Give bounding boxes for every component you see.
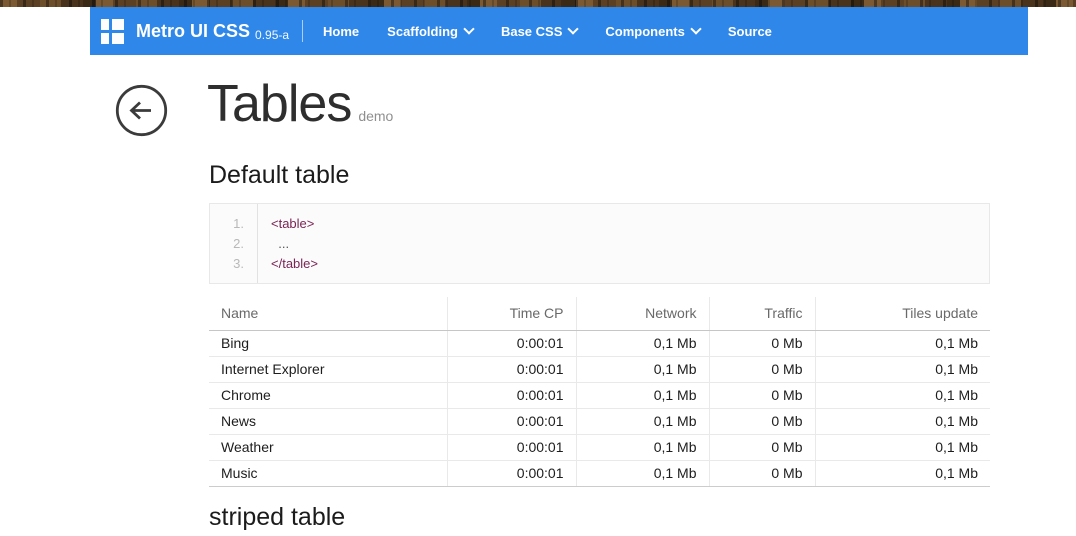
table-row: Internet Explorer0:00:010,1 Mb0 Mb0,1 Mb	[209, 357, 990, 383]
nav-item-label: Base CSS	[501, 24, 562, 39]
table-cell: 0 Mb	[709, 409, 815, 435]
logo-tile	[112, 33, 124, 44]
code-text: ...	[271, 234, 289, 254]
chevron-down-icon	[568, 23, 579, 34]
nav-item-source[interactable]: Source	[714, 7, 786, 55]
table-cell: Music	[209, 461, 447, 487]
table-row: Music0:00:010,1 Mb0 Mb0,1 Mb	[209, 461, 990, 487]
table-cell: 0 Mb	[709, 331, 815, 357]
table-header-row: NameTime CPNetworkTrafficTiles update	[209, 297, 990, 331]
nav-item-label: Home	[323, 24, 359, 39]
table-cell: 0:00:01	[447, 357, 576, 383]
back-button[interactable]	[115, 84, 168, 137]
table-cell: 0,1 Mb	[815, 409, 990, 435]
code-example-block: 1.<table>2. ...3.</table>	[209, 203, 990, 284]
default-table: NameTime CPNetworkTrafficTiles update Bi…	[209, 297, 990, 487]
table-cell: 0 Mb	[709, 357, 815, 383]
nav-item-label: Source	[728, 24, 772, 39]
logo-tile	[101, 19, 109, 30]
nav-item-components[interactable]: Components	[591, 7, 713, 55]
navbar-divider	[302, 20, 303, 42]
page-subtitle: demo	[358, 108, 393, 124]
nav-item-home[interactable]: Home	[309, 7, 373, 55]
section-heading-striped-table: striped table	[209, 504, 345, 532]
metro-tiles-logo-icon[interactable]	[101, 19, 124, 44]
top-navbar: Metro UI CSS 0.95-a Home Scaffolding Base …	[90, 7, 1028, 55]
chevron-down-icon	[690, 23, 701, 34]
table-cell: 0,1 Mb	[576, 357, 709, 383]
table-cell: 0,1 Mb	[815, 435, 990, 461]
table-cell: 0,1 Mb	[576, 383, 709, 409]
table-cell: Internet Explorer	[209, 357, 447, 383]
table-cell: News	[209, 409, 447, 435]
table-cell: Chrome	[209, 383, 447, 409]
code-line: 3. </table>	[210, 254, 989, 274]
table-cell: 0:00:01	[447, 331, 576, 357]
code-line-number: 1.	[210, 214, 244, 234]
default-table-wrapper: NameTime CPNetworkTrafficTiles update Bi…	[209, 297, 990, 487]
table-cell: 0:00:01	[447, 409, 576, 435]
table-cell: 0,1 Mb	[576, 461, 709, 487]
table-cell: Bing	[209, 331, 447, 357]
code-line-number: 2.	[210, 234, 244, 254]
arrow-left-circle-icon	[115, 84, 168, 137]
table-row: Weather0:00:010,1 Mb0 Mb0,1 Mb	[209, 435, 990, 461]
nav-item-scaffolding[interactable]: Scaffolding	[373, 7, 487, 55]
brand-version: 0.95-a	[255, 28, 289, 42]
code-line-number: 3.	[210, 254, 244, 274]
table-cell: 0 Mb	[709, 435, 815, 461]
code-line: 1. <table>	[210, 214, 989, 234]
nav-item-base-css[interactable]: Base CSS	[487, 7, 591, 55]
navbar-menu: Home Scaffolding Base CSS Components Source	[309, 7, 786, 55]
nav-item-label: Scaffolding	[387, 24, 458, 39]
table-cell: 0,1 Mb	[815, 357, 990, 383]
section-heading-default-table: Default table	[209, 162, 349, 190]
column-header-name: Name	[209, 297, 447, 331]
page-title-text: Tables	[207, 75, 351, 133]
column-header-network: Network	[576, 297, 709, 331]
logo-tile	[101, 33, 109, 44]
wood-texture-strip	[0, 0, 1076, 7]
table-cell: 0,1 Mb	[576, 409, 709, 435]
table-cell: 0,1 Mb	[815, 331, 990, 357]
table-cell: 0 Mb	[709, 383, 815, 409]
table-cell: 0:00:01	[447, 461, 576, 487]
table-cell: 0:00:01	[447, 435, 576, 461]
table-cell: 0,1 Mb	[815, 383, 990, 409]
column-header-traffic: Traffic	[709, 297, 815, 331]
table-cell: 0,1 Mb	[815, 461, 990, 487]
table-cell: 0 Mb	[709, 461, 815, 487]
code-gutter-separator	[257, 204, 258, 283]
table-row: Bing0:00:010,1 Mb0 Mb0,1 Mb	[209, 331, 990, 357]
code-text: <table>	[271, 214, 314, 234]
table-cell: 0,1 Mb	[576, 435, 709, 461]
column-header-time-cp: Time CP	[447, 297, 576, 331]
code-text: </table>	[271, 254, 318, 274]
brand-title[interactable]: Metro UI CSS	[136, 21, 250, 42]
nav-item-label: Components	[605, 24, 684, 39]
table-cell: Weather	[209, 435, 447, 461]
table-cell: 0:00:01	[447, 383, 576, 409]
table-cell: 0,1 Mb	[576, 331, 709, 357]
table-row: News0:00:010,1 Mb0 Mb0,1 Mb	[209, 409, 990, 435]
table-row: Chrome0:00:010,1 Mb0 Mb0,1 Mb	[209, 383, 990, 409]
logo-tile	[112, 19, 124, 30]
code-line: 2. ...	[210, 234, 989, 254]
chevron-down-icon	[463, 23, 474, 34]
column-header-tiles-update: Tiles update	[815, 297, 990, 331]
page-title: Tables demo	[207, 74, 393, 135]
